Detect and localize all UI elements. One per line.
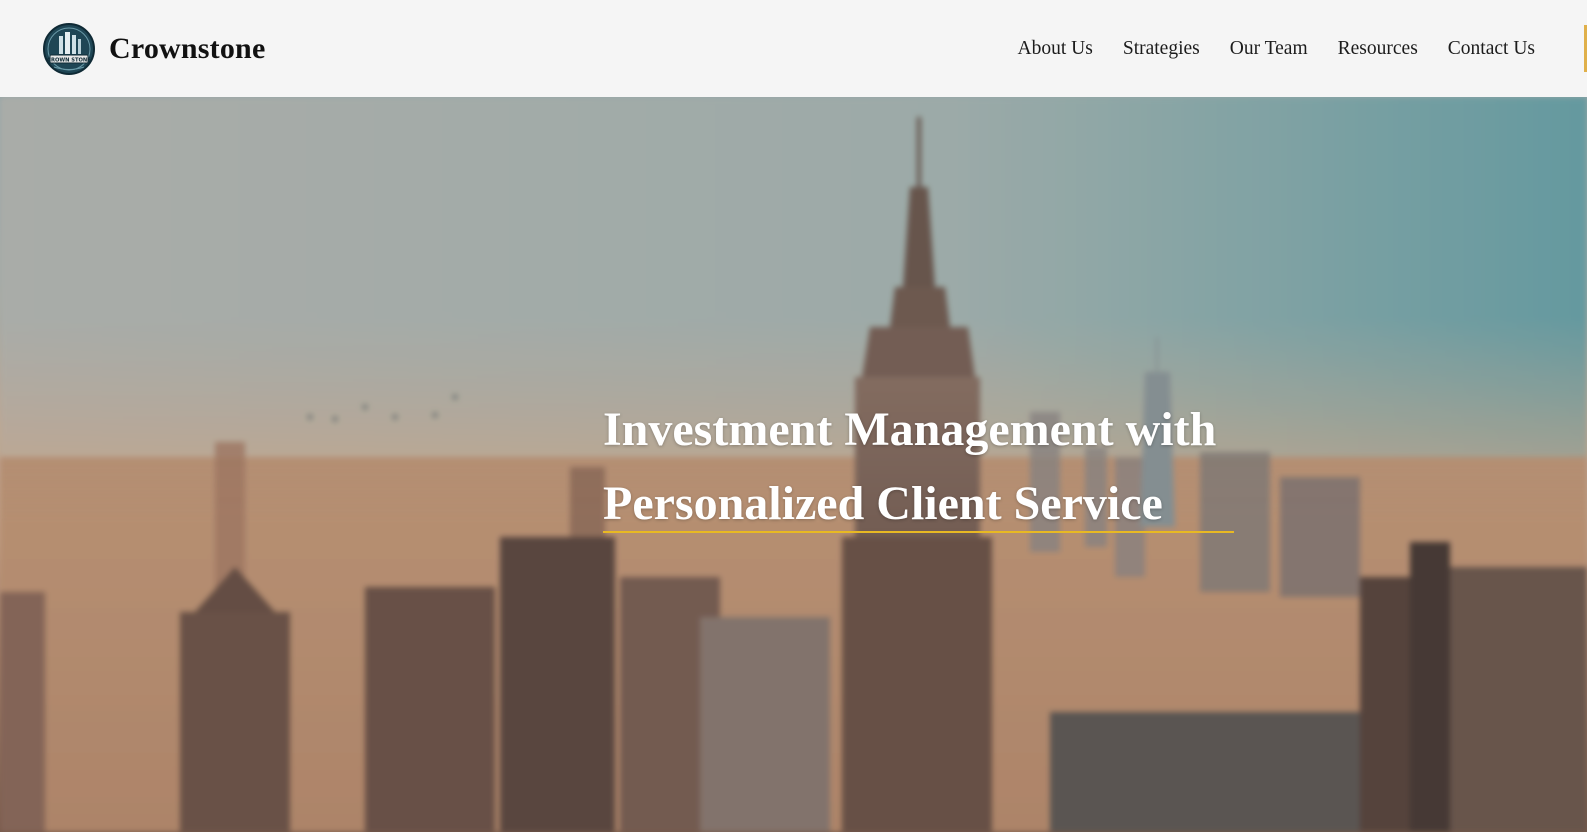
hero-title-underline <box>603 531 1234 533</box>
nav-item-our-team[interactable]: Our Team <box>1230 38 1308 60</box>
brand-name[interactable]: Crownstone <box>109 32 265 66</box>
site-header: CROWN STONE Crownstone About Us Strategi… <box>0 0 1587 97</box>
brand[interactable]: CROWN STONE Crownstone <box>42 22 265 76</box>
hero-title: Investment Management with Personalized … <box>603 393 1243 541</box>
nav-item-contact-us[interactable]: Contact Us <box>1448 38 1535 60</box>
crownstone-logo[interactable]: CROWN STONE <box>42 22 96 76</box>
hero-title-line2: Personalized Client Service <box>603 477 1163 530</box>
nav-item-about-us[interactable]: About Us <box>1018 38 1093 60</box>
main-nav: About Us Strategies Our Team Resources C… <box>988 0 1535 97</box>
nav-item-resources[interactable]: Resources <box>1338 38 1418 60</box>
nav-item-strategies[interactable]: Strategies <box>1123 38 1200 60</box>
hero-title-line1: Investment Management with <box>603 403 1217 456</box>
logo-text: CROWN STONE <box>47 57 91 63</box>
